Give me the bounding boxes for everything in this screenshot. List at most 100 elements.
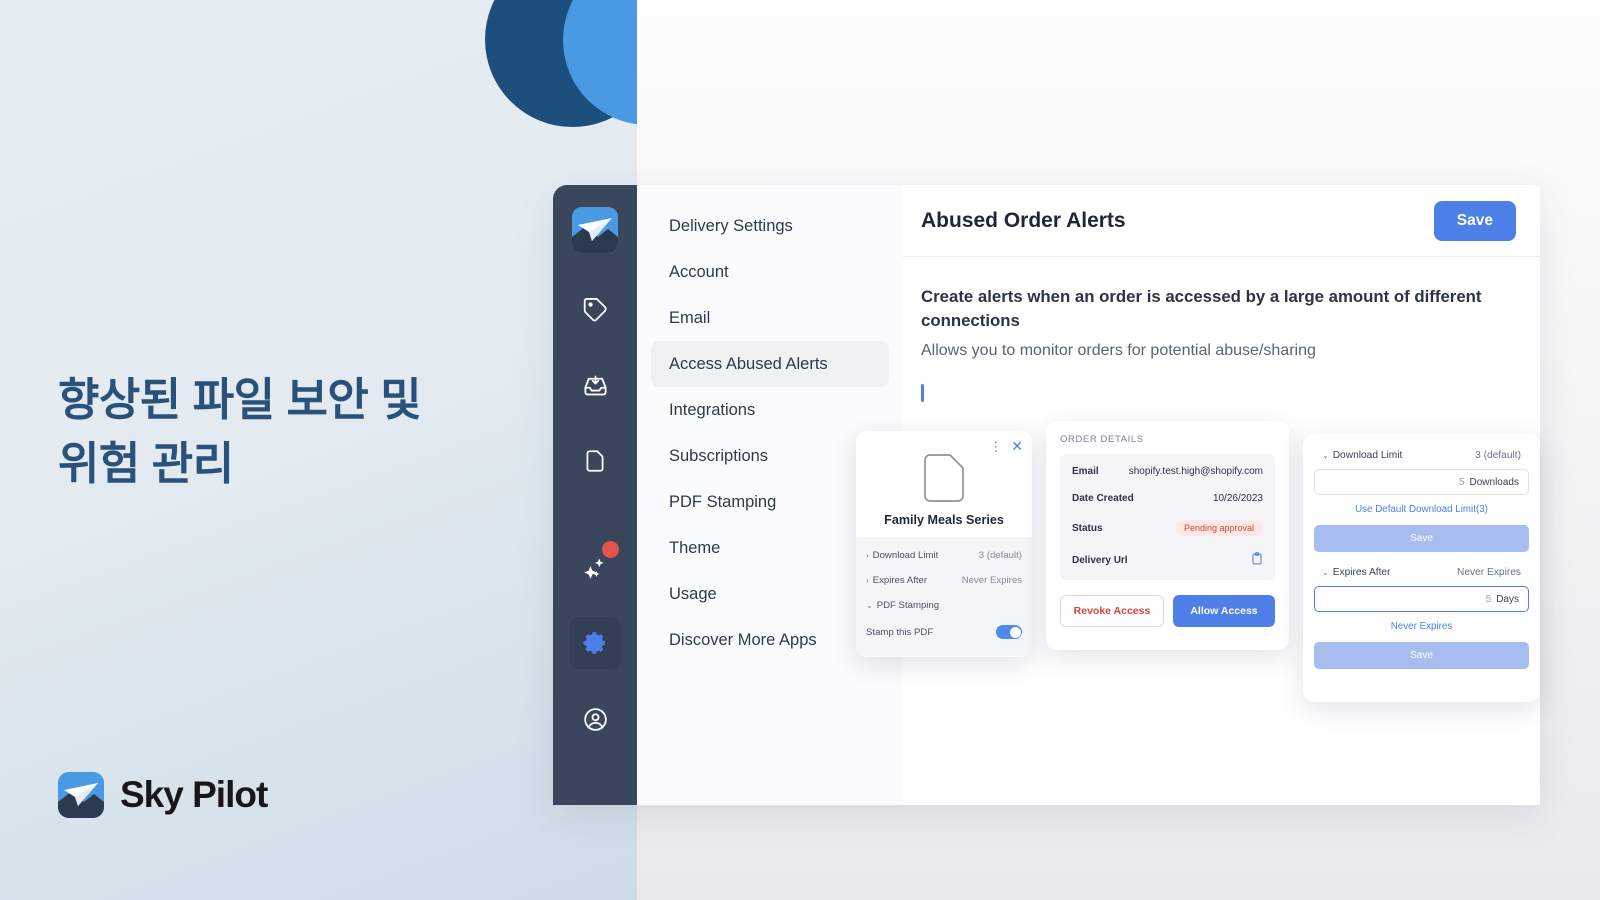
save-button[interactable]: Save bbox=[1433, 200, 1516, 241]
sky-pilot-icon bbox=[58, 772, 104, 818]
download-limit-input[interactable]: 5 Downloads bbox=[1314, 469, 1529, 495]
file-row-download-limit[interactable]: › Download Limit 3 (default) bbox=[866, 543, 1022, 568]
file-row-pdf-stamping[interactable]: ⌄ PDF Stamping bbox=[866, 593, 1022, 618]
file-card-actions: ⋮ ✕ bbox=[989, 439, 1023, 453]
tag-icon bbox=[582, 296, 609, 323]
never-expires-link[interactable]: Never Expires bbox=[1314, 612, 1529, 642]
main-header: Abused Order Alerts Save bbox=[903, 185, 1540, 257]
revoke-access-button[interactable]: Revoke Access bbox=[1060, 595, 1164, 627]
input-number: 5 bbox=[1458, 476, 1465, 488]
rail-item-account[interactable] bbox=[569, 693, 621, 745]
clipboard-icon[interactable] bbox=[1251, 552, 1263, 568]
brand-logo: Sky Pilot bbox=[58, 772, 268, 818]
rail-item-settings[interactable] bbox=[569, 617, 621, 669]
order-actions: Revoke Access Allow Access bbox=[1060, 595, 1275, 627]
file-card-rows: › Download Limit 3 (default) › Expires Aft… bbox=[856, 537, 1032, 656]
section-label: Expires After bbox=[1332, 567, 1391, 578]
account-icon bbox=[582, 706, 609, 733]
menu-item-pdf-stamping[interactable]: PDF Stamping bbox=[651, 479, 889, 525]
hero-line-1: 향상된 파일 보안 및 bbox=[58, 374, 422, 425]
row-value: Never Expires bbox=[961, 575, 1022, 586]
row-key: Date Created bbox=[1072, 493, 1134, 504]
chevron-down-icon: ⌄ bbox=[866, 601, 873, 610]
file-document-icon bbox=[923, 453, 965, 503]
input-unit: Days bbox=[1496, 593, 1519, 605]
rail-item-whats-new[interactable] bbox=[569, 541, 621, 593]
hero-line-2: 위험 관리 bbox=[58, 437, 234, 489]
file-card: ⋮ ✕ Family Meals Series › Download Limit … bbox=[856, 431, 1032, 657]
input-number: 5 bbox=[1485, 593, 1492, 605]
stamp-label: Stamp this PDF bbox=[866, 626, 934, 638]
limits-card: ⌄ Download Limit 3 (default) 5 Downloads … bbox=[1303, 434, 1540, 702]
row-value: 3 (default) bbox=[978, 550, 1022, 561]
row-key: Status bbox=[1072, 522, 1103, 534]
menu-item-account[interactable]: Account bbox=[651, 249, 889, 295]
menu-item-email[interactable]: Email bbox=[651, 295, 889, 341]
page-title: Abused Order Alerts bbox=[921, 208, 1126, 232]
menu-item-access-abused-alerts[interactable]: Access Abused Alerts bbox=[651, 341, 889, 387]
file-row-expires-after[interactable]: › Expires After Never Expires bbox=[866, 568, 1022, 593]
rail-item-files[interactable] bbox=[569, 435, 621, 487]
allow-access-button[interactable]: Allow Access bbox=[1173, 595, 1275, 627]
expires-after-header[interactable]: ⌄ Expires After Never Expires bbox=[1314, 561, 1529, 586]
gear-icon bbox=[582, 630, 608, 656]
order-details-card: ORDER DETAILS Email shopify.test.high@sh… bbox=[1046, 421, 1289, 650]
order-row-delivery-url: Delivery Url bbox=[1072, 544, 1263, 576]
menu-label: Discover More Apps bbox=[669, 630, 817, 649]
main-body: Create alerts when an order is accessed … bbox=[903, 257, 1540, 402]
row-key: Delivery Url bbox=[1072, 554, 1128, 566]
menu-item-integrations[interactable]: Integrations bbox=[651, 387, 889, 433]
menu-label: Theme bbox=[669, 538, 721, 557]
toggle-knob bbox=[1009, 626, 1021, 638]
use-default-download-limit-link[interactable]: Use Default Download Limit(3) bbox=[1314, 495, 1529, 525]
close-icon[interactable]: ✕ bbox=[1011, 439, 1023, 453]
more-options-icon[interactable]: ⋮ bbox=[989, 440, 1002, 453]
menu-label: Email bbox=[669, 308, 711, 327]
rail-item-products[interactable] bbox=[569, 283, 621, 335]
order-row-date-created: Date Created 10/26/2023 bbox=[1072, 485, 1263, 512]
menu-label: Subscriptions bbox=[669, 446, 769, 465]
status-badge: Pending approval bbox=[1174, 520, 1263, 536]
document-icon bbox=[582, 448, 608, 474]
order-row-email: Email shopify.test.high@shopify.com bbox=[1072, 458, 1263, 485]
menu-label: Integrations bbox=[669, 400, 756, 419]
chevron-right-icon: › bbox=[866, 551, 869, 560]
inbox-download-icon bbox=[582, 372, 609, 399]
notification-badge bbox=[602, 541, 619, 558]
section-value: 3 (default) bbox=[1475, 450, 1521, 461]
menu-label: Delivery Settings bbox=[669, 216, 793, 235]
download-limit-header[interactable]: ⌄ Download Limit 3 (default) bbox=[1314, 444, 1529, 469]
row-label: Expires After bbox=[872, 575, 928, 586]
download-limit-save-button[interactable]: Save bbox=[1314, 525, 1529, 552]
input-unit: Downloads bbox=[1469, 476, 1519, 488]
menu-label: Account bbox=[669, 262, 729, 281]
row-label: PDF Stamping bbox=[876, 600, 940, 611]
nav-rail bbox=[553, 185, 637, 805]
section-value: Never Expires bbox=[1457, 567, 1521, 578]
menu-item-subscriptions[interactable]: Subscriptions bbox=[651, 433, 889, 479]
row-value: shopify.test.high@shopify.com bbox=[1128, 466, 1263, 477]
menu-item-theme[interactable]: Theme bbox=[651, 525, 889, 571]
alerts-toggle[interactable] bbox=[921, 383, 924, 402]
brand-name: Sky Pilot bbox=[120, 774, 268, 815]
stamp-toggle[interactable] bbox=[996, 625, 1022, 639]
file-name: Family Meals Series bbox=[884, 513, 1004, 527]
rail-item-orders[interactable] bbox=[569, 359, 621, 411]
menu-label: Access Abused Alerts bbox=[669, 354, 828, 373]
order-row-status: Status Pending approval bbox=[1072, 512, 1263, 544]
menu-item-delivery-settings[interactable]: Delivery Settings bbox=[651, 203, 889, 249]
order-details-table: Email shopify.test.high@shopify.com Date… bbox=[1060, 454, 1275, 580]
description-sub: Allows you to monitor orders for potenti… bbox=[921, 341, 1316, 359]
row-key: Email bbox=[1072, 466, 1099, 477]
chevron-down-icon: ⌄ bbox=[1322, 568, 1329, 577]
expires-after-save-button[interactable]: Save bbox=[1314, 642, 1529, 669]
section-label: Download Limit bbox=[1332, 450, 1403, 461]
menu-item-discover-more-apps[interactable]: Discover More Apps bbox=[651, 617, 889, 663]
description-strong: Create alerts when an order is accessed … bbox=[921, 287, 1482, 331]
rail-logo-icon[interactable] bbox=[572, 207, 618, 253]
file-card-header: ⋮ ✕ Family Meals Series bbox=[856, 431, 1032, 537]
limits-divider bbox=[1314, 552, 1529, 561]
expires-after-input[interactable]: 5 Days bbox=[1314, 586, 1529, 612]
hero-headline: 향상된 파일 보안 및 위험 관리 bbox=[58, 368, 528, 496]
menu-item-usage[interactable]: Usage bbox=[651, 571, 889, 617]
